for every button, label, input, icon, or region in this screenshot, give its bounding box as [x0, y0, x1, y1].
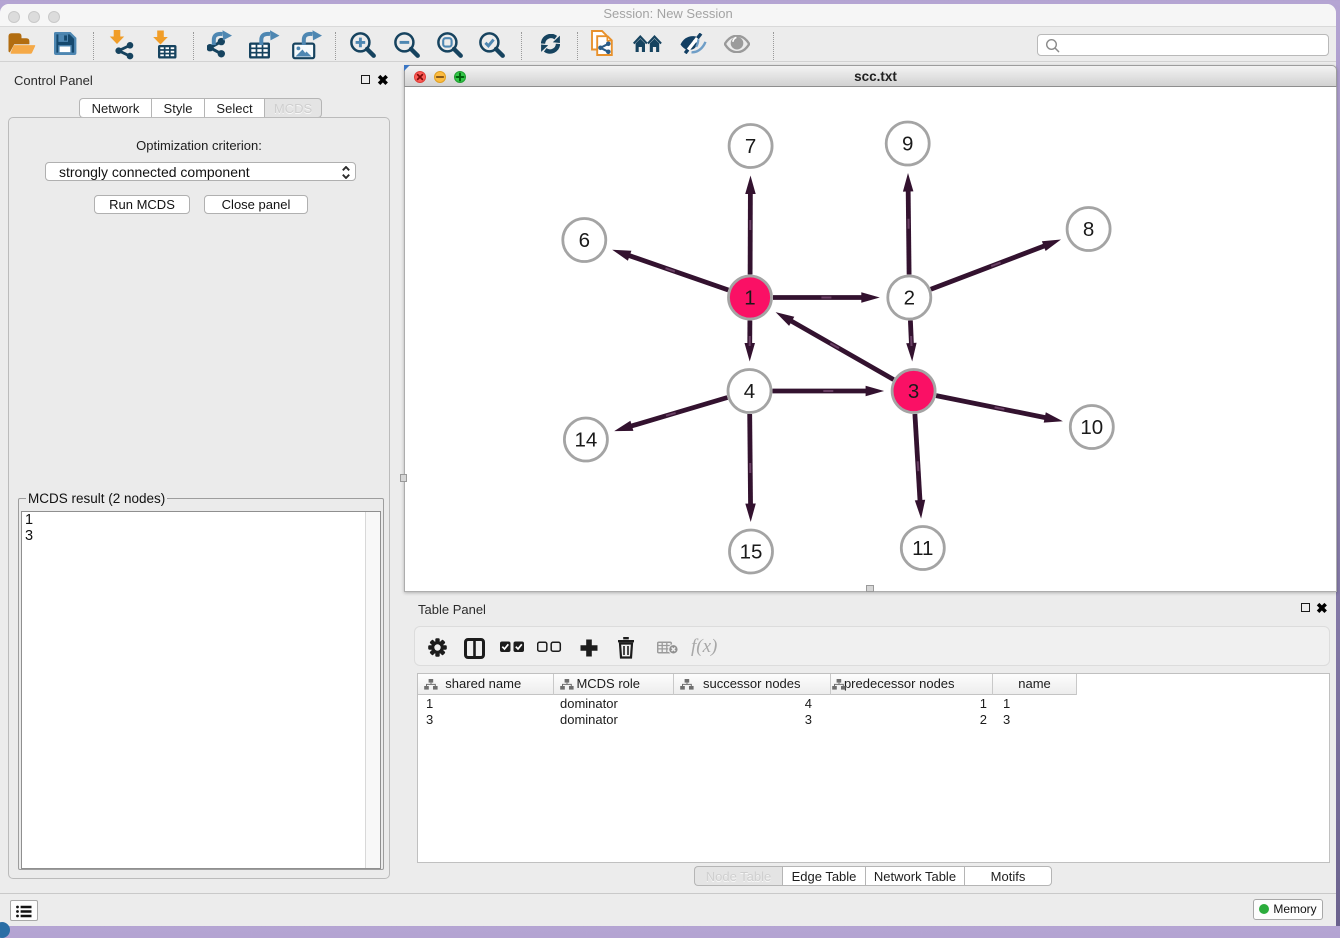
svg-text:14: 14 — [574, 429, 597, 452]
svg-text:10: 10 — [1080, 416, 1103, 439]
svg-text:9: 9 — [902, 133, 913, 156]
svg-text:1: 1 — [744, 287, 755, 310]
svg-text:7: 7 — [745, 135, 756, 158]
svg-text:3: 3 — [908, 380, 919, 403]
svg-text:2: 2 — [904, 287, 915, 310]
svg-text:6: 6 — [579, 229, 590, 252]
svg-text:15: 15 — [740, 541, 763, 564]
svg-text:8: 8 — [1083, 218, 1094, 241]
svg-text:11: 11 — [912, 537, 933, 560]
svg-text:4: 4 — [744, 380, 755, 403]
